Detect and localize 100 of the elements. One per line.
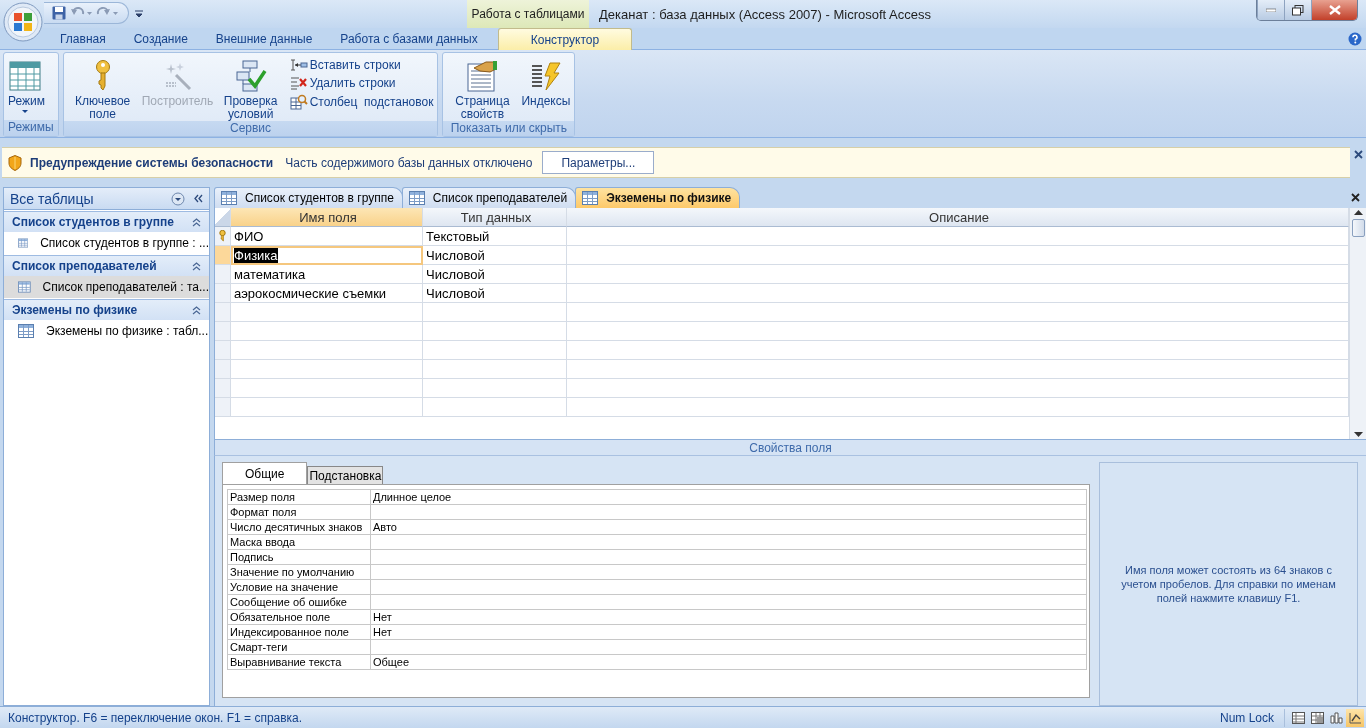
design-view-button[interactable]	[1346, 708, 1364, 727]
property-value[interactable]: Общее	[370, 655, 1086, 669]
table-cell[interactable]	[567, 227, 1349, 246]
row-selector[interactable]	[215, 341, 231, 360]
window-title: Деканат : база данных (Access 2007) - Microsoft Access	[599, 5, 931, 24]
property-label: Условие на значение	[229, 580, 339, 594]
table-cell[interactable]	[423, 322, 567, 341]
key-icon	[219, 230, 226, 242]
table-cell[interactable]	[423, 379, 567, 398]
table-cell[interactable]	[567, 284, 1349, 303]
ribbon-tab[interactable]: Конструктор	[497, 28, 633, 50]
group-label: Показать или скрыть	[443, 121, 575, 136]
navigation-item[interactable]: Список преподавателей : та...	[4, 276, 209, 298]
ribbon-button[interactable]: Вставить строки	[287, 57, 436, 73]
restore-icon	[1292, 4, 1304, 16]
table-icon	[18, 280, 31, 294]
property-value[interactable]: Нет	[370, 625, 1086, 639]
help-icon[interactable]	[1348, 31, 1362, 46]
row-selector[interactable]	[215, 322, 231, 341]
row-selector[interactable]	[215, 379, 231, 398]
property-tab[interactable]: Общие	[222, 462, 308, 484]
collapse-group-icon[interactable]	[192, 261, 201, 271]
ribbon-button[interactable]: Столбец подстановок	[287, 93, 436, 111]
table-cell[interactable]: Текстовый	[423, 227, 567, 246]
property-tab[interactable]: Подстановка	[307, 466, 384, 484]
ribbon-tab[interactable]: Создание	[119, 28, 202, 49]
save-icon[interactable]	[52, 6, 66, 20]
table-cell[interactable]	[231, 303, 423, 322]
customize-caret-icon[interactable]	[135, 10, 143, 18]
close-icon[interactable]	[1351, 193, 1360, 202]
row-selector[interactable]	[215, 265, 231, 284]
table-cell[interactable]: Числовой	[423, 265, 567, 284]
collapse-group-icon[interactable]	[192, 305, 201, 315]
table-cell[interactable]	[231, 360, 423, 379]
scroll-down-icon[interactable]	[1353, 432, 1363, 437]
table-cell[interactable]	[567, 265, 1349, 284]
table-icon	[221, 191, 237, 205]
ribbon-tab[interactable]: Внешние данные	[201, 28, 327, 49]
table-cell[interactable]: ФИО	[231, 227, 423, 246]
table-cell[interactable]: Числовой	[423, 246, 567, 265]
close-button[interactable]	[1311, 0, 1357, 20]
table-cell[interactable]	[567, 322, 1349, 341]
restore-button[interactable]	[1284, 0, 1311, 20]
navigation-item[interactable]: Экземены по физике : табл...	[4, 320, 209, 342]
shutter-collapse-icon[interactable]	[193, 194, 203, 203]
datasheet-icon	[9, 61, 41, 91]
scrollbar-thumb[interactable]	[1351, 219, 1365, 237]
navigation-item[interactable]: Список студентов в группе : ...	[4, 232, 209, 254]
property-value[interactable]: Авто	[370, 520, 1086, 534]
table-cell[interactable]: Числовой	[423, 284, 567, 303]
table-cell[interactable]	[231, 398, 423, 417]
ribbon-button[interactable]: Проверка условий	[213, 55, 288, 121]
dropdown-icon[interactable]	[171, 191, 185, 206]
property-value[interactable]: Длинное целое	[370, 490, 1086, 504]
table-cell[interactable]	[423, 341, 567, 360]
table-cell[interactable]: аэрокосмические съемки	[231, 284, 423, 303]
table-cell[interactable]	[567, 303, 1349, 322]
document-tab[interactable]: Экземены по физике	[575, 187, 741, 208]
property-label: Обязательное поле	[229, 610, 332, 624]
table-cell[interactable]	[423, 360, 567, 379]
document-tab[interactable]: Список студентов в группе	[214, 187, 403, 208]
ribbon-tab[interactable]: Работа с базами данных	[326, 28, 492, 49]
row-selector[interactable]	[215, 360, 231, 379]
document-tab[interactable]: Список преподавателей	[401, 187, 577, 208]
select-all-corner[interactable]	[215, 208, 231, 227]
table-cell[interactable]	[423, 303, 567, 322]
table-cell[interactable]	[567, 398, 1349, 417]
table-cell[interactable]	[231, 322, 423, 341]
table-cell[interactable]: математика	[231, 265, 423, 284]
table-cell[interactable]	[567, 341, 1349, 360]
property-label: Смарт-теги	[229, 640, 289, 654]
ribbon-button[interactable]: Индексы	[519, 55, 573, 121]
ribbon-button[interactable]: Режим	[6, 55, 44, 120]
ribbon-button[interactable]: Страница свойств	[445, 55, 520, 121]
table-cell[interactable]	[231, 341, 423, 360]
options-button[interactable]: Параметры...	[542, 151, 655, 174]
row-selector[interactable]	[215, 284, 231, 303]
table-cell[interactable]	[567, 360, 1349, 379]
close-icon[interactable]	[1354, 150, 1363, 159]
scroll-up-icon[interactable]	[1353, 210, 1363, 215]
table-cell[interactable]	[231, 379, 423, 398]
ribbon-button[interactable]: Ключевое поле	[65, 55, 140, 121]
property-sheet-icon	[466, 60, 499, 92]
collapse-group-icon[interactable]	[192, 217, 201, 227]
table-icon	[582, 191, 599, 205]
row-selector[interactable]	[215, 227, 231, 246]
ribbon-tab[interactable]: Главная	[46, 28, 120, 49]
indexes-icon	[529, 61, 562, 91]
table-cell[interactable]	[423, 398, 567, 417]
property-value[interactable]: Нет	[370, 610, 1086, 624]
flowchart-check-icon	[234, 60, 267, 92]
status-text: Конструктор. F6 = переключение окон. F1 = справка.	[8, 710, 304, 725]
row-selector[interactable]	[215, 303, 231, 322]
caret-icon	[22, 110, 28, 114]
row-selector[interactable]	[215, 398, 231, 417]
ribbon-button[interactable]: Удалить строки	[287, 75, 436, 91]
table-cell[interactable]	[567, 379, 1349, 398]
field-properties-caption: Свойства поля	[214, 439, 1366, 456]
table-cell[interactable]	[567, 246, 1349, 265]
table-cell[interactable]: Физика	[231, 246, 423, 265]
